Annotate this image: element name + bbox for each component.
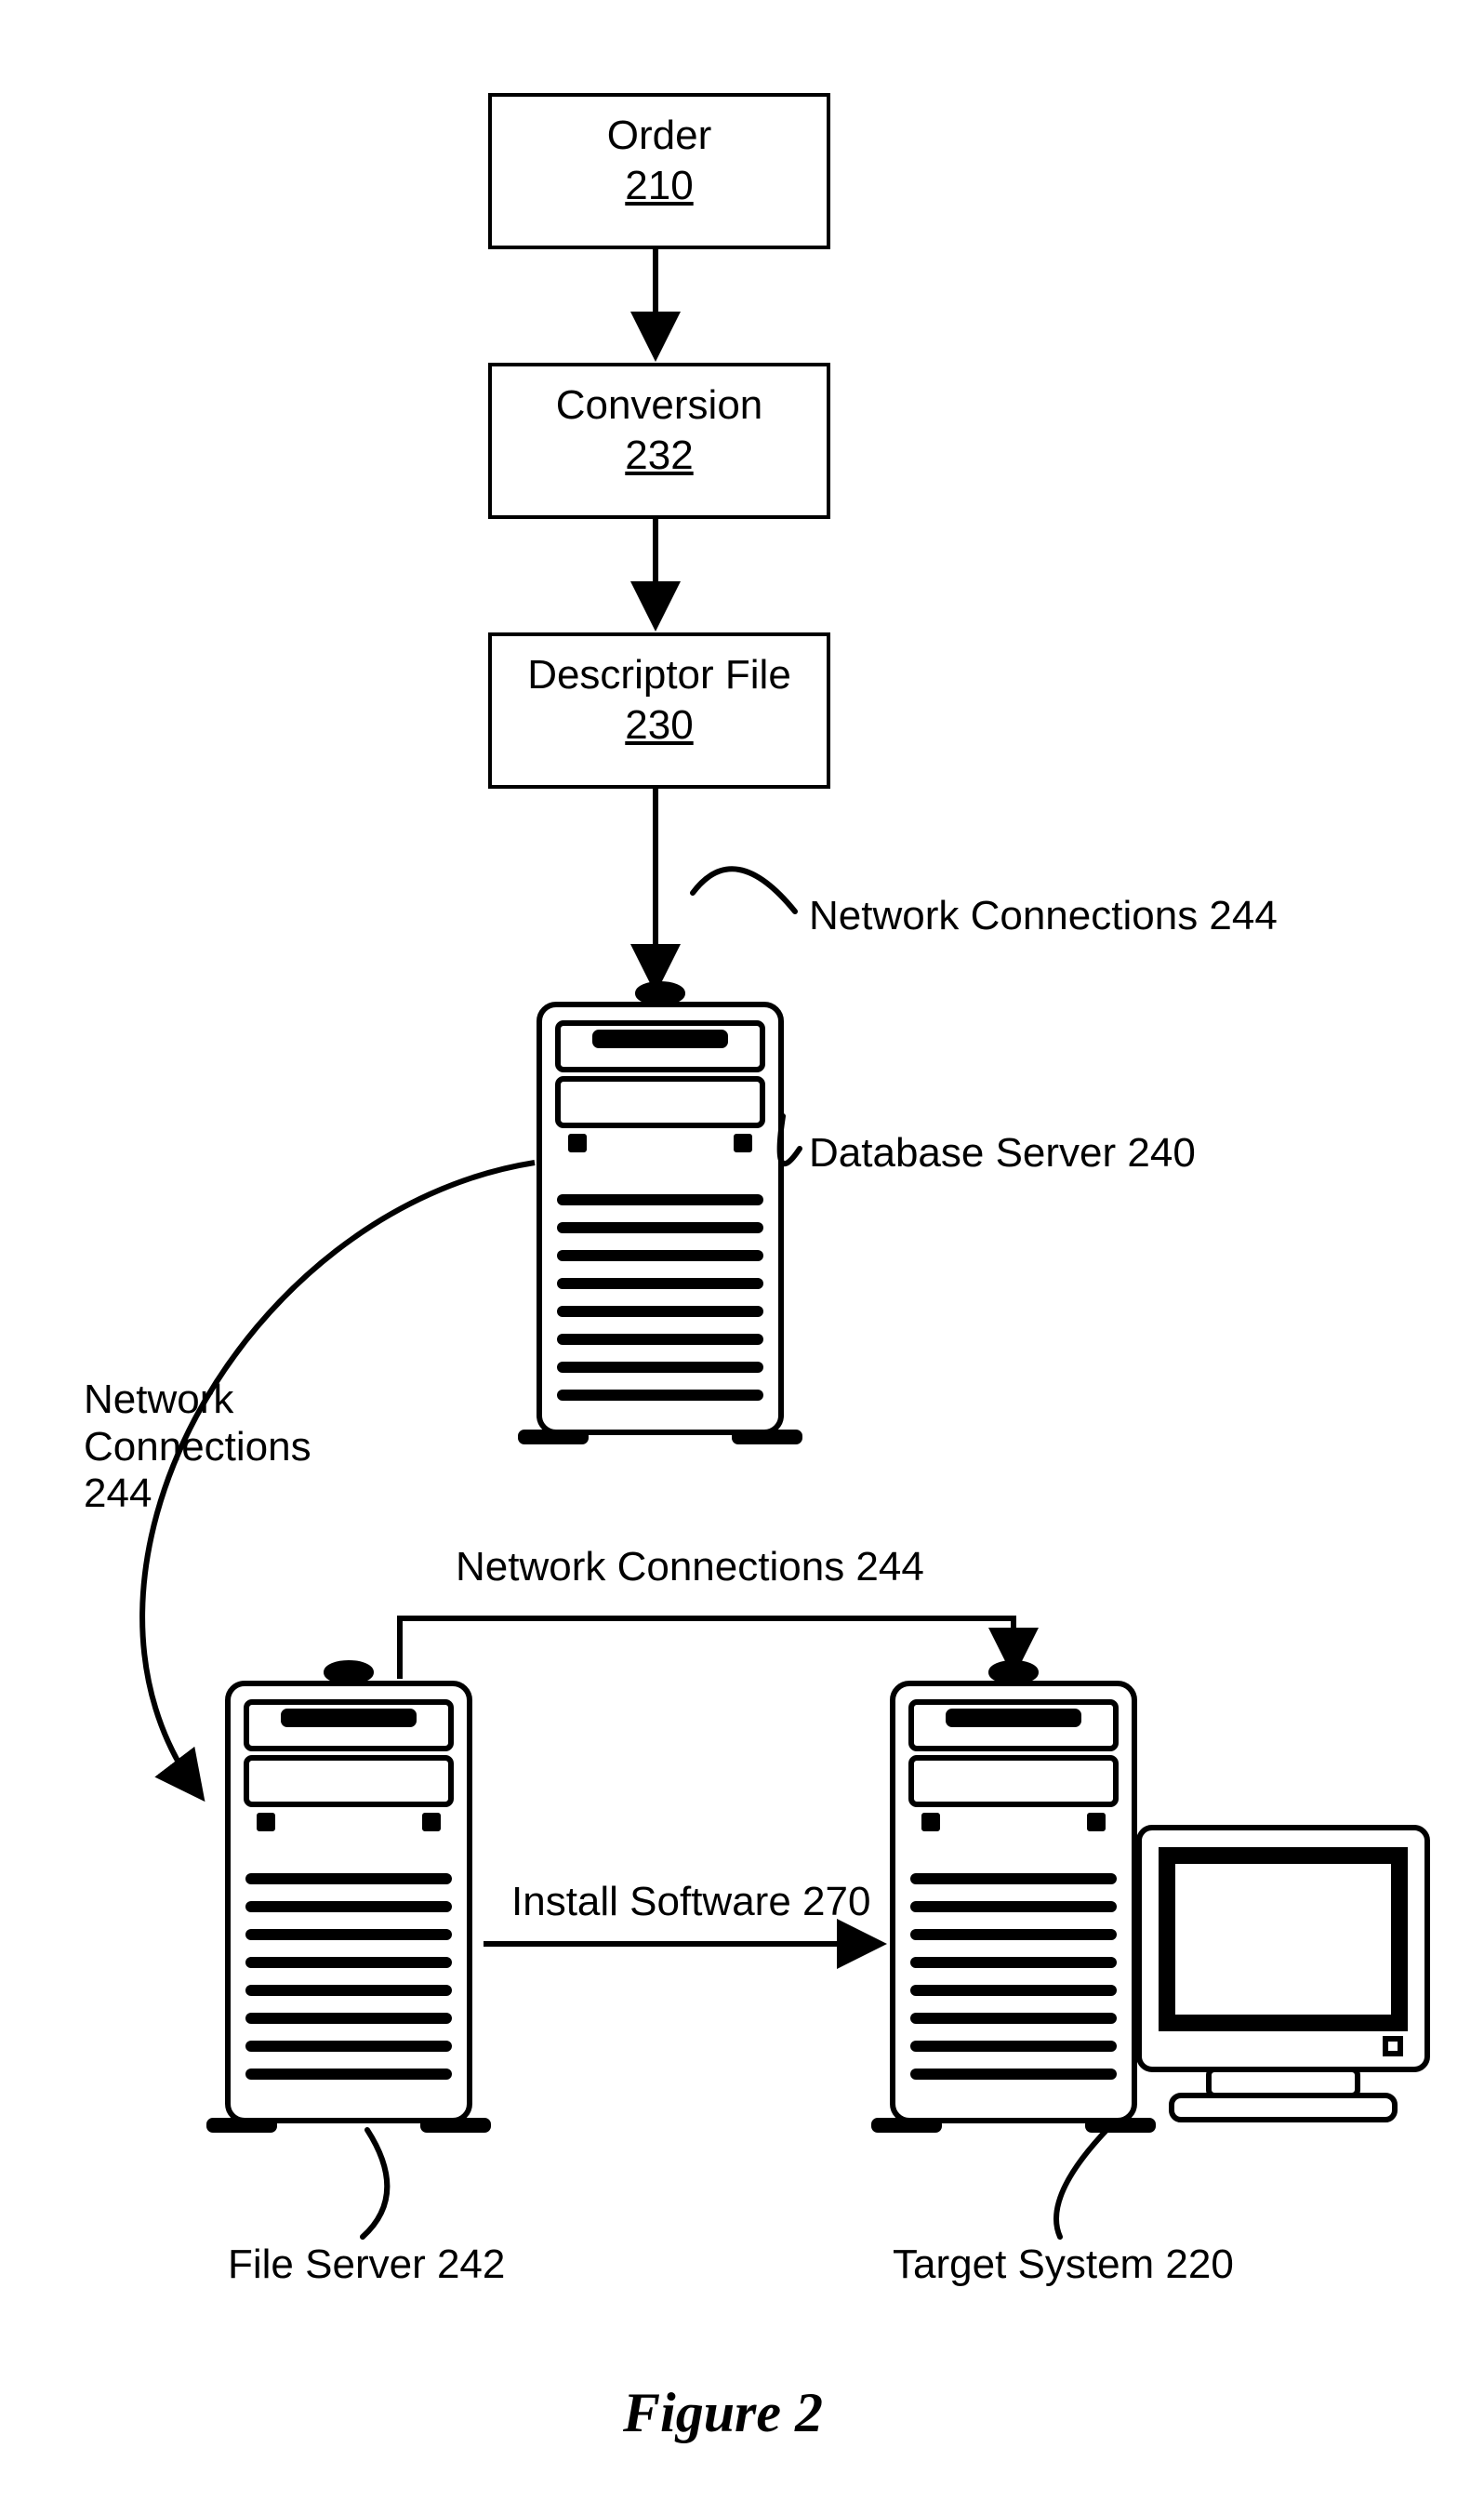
- leader-netconn-top: [693, 869, 795, 911]
- leader-dbserver: [780, 1116, 800, 1164]
- diagram-svg: [0, 0, 1484, 2501]
- file-server-icon: [209, 1663, 488, 2130]
- database-server-icon: [521, 984, 800, 1442]
- target-system-monitor-icon: [1139, 1828, 1427, 2120]
- arrow-network-file-to-target: [400, 1618, 1014, 1679]
- leader-fileserver: [363, 2130, 387, 2237]
- target-system-tower-icon: [874, 1663, 1153, 2130]
- leader-targetsystem: [1056, 2121, 1116, 2237]
